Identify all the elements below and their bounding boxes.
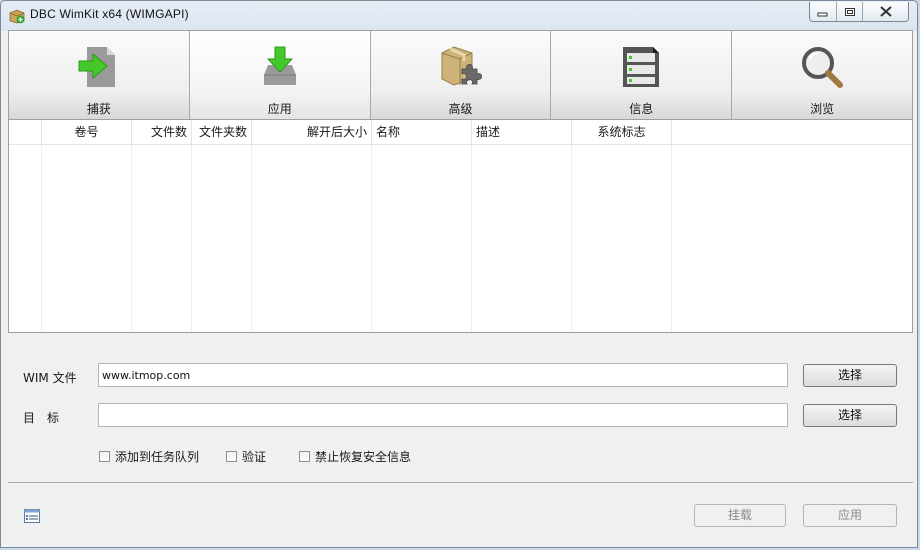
grid-line (571, 145, 572, 332)
column-header-filler (672, 120, 912, 144)
checkbox-box[interactable] (99, 451, 110, 462)
add-to-queue-label: 添加到任务队列 (115, 450, 200, 464)
volume-list-body (9, 145, 912, 332)
tab-browse[interactable]: 浏览 (732, 31, 912, 119)
app-icon (9, 9, 25, 24)
grid-line (131, 145, 132, 332)
grid-line (371, 145, 372, 332)
no-security-restore-checkbox[interactable]: 禁止恢复安全信息 (299, 448, 411, 465)
volume-list[interactable]: 卷号 文件数 文件夹数 解开后大小 名称 描述 系统标志 (8, 120, 913, 333)
title-bar[interactable]: DBC WimKit x64 (WIMGAPI) (1, 1, 917, 30)
apply-button[interactable]: 应用 (803, 504, 897, 527)
column-header-files[interactable]: 文件数 (132, 120, 192, 144)
grid-line (41, 145, 42, 332)
grid-line (671, 145, 672, 332)
verify-checkbox[interactable]: 验证 (226, 448, 266, 465)
tab-capture-label: 捕获 (86, 102, 111, 116)
column-header-name[interactable]: 名称 (372, 120, 472, 144)
column-header-flags[interactable]: 系统标志 (572, 120, 672, 144)
info-icon (623, 47, 660, 87)
minimize-icon (817, 12, 828, 16)
apply-icon (263, 46, 296, 85)
add-to-queue-checkbox[interactable]: 添加到任务队列 (99, 448, 199, 465)
tab-info[interactable]: 信息 (551, 31, 733, 119)
column-header-description[interactable]: 描述 (472, 120, 572, 144)
minimize-button[interactable] (810, 2, 836, 21)
checkbox-box[interactable] (299, 451, 310, 462)
verify-label: 验证 (242, 450, 267, 464)
window-title: DBC WimKit x64 (WIMGAPI) (30, 7, 189, 21)
tab-capture[interactable]: 捕获 (9, 31, 190, 119)
tab-apply-label: 应用 (267, 102, 292, 116)
mount-button[interactable]: 挂载 (694, 504, 786, 527)
capture-icon (78, 47, 115, 87)
select-target-button[interactable]: 选择 (803, 404, 897, 427)
target-input[interactable] (98, 403, 788, 427)
browse-icon (802, 47, 844, 88)
task-list-icon[interactable] (24, 509, 40, 523)
grid-line (251, 145, 252, 332)
close-icon (879, 6, 892, 17)
select-wim-button[interactable]: 选择 (803, 364, 897, 387)
app-window: DBC WimKit x64 (WIMGAPI) 捕获 应用 高级 信息 浏览 … (0, 0, 918, 548)
grid-line (191, 145, 192, 332)
column-header-volume[interactable]: 卷号 (42, 120, 132, 144)
column-header-index[interactable] (9, 120, 42, 144)
tab-browse-label: 浏览 (810, 102, 835, 116)
main-toolbar: 捕获 应用 高级 信息 浏览 (8, 30, 913, 120)
volume-list-header: 卷号 文件数 文件夹数 解开后大小 名称 描述 系统标志 (9, 120, 912, 145)
tab-advanced-label: 高级 (448, 102, 473, 116)
footer-divider (8, 482, 913, 483)
close-button[interactable] (862, 2, 908, 21)
column-header-size[interactable]: 解开后大小 (252, 120, 372, 144)
column-header-folders[interactable]: 文件夹数 (192, 120, 252, 144)
no-security-restore-label: 禁止恢复安全信息 (315, 450, 412, 464)
tab-info-label: 信息 (629, 102, 654, 116)
grid-line (471, 145, 472, 332)
maximize-button[interactable] (836, 2, 862, 21)
tab-apply[interactable]: 应用 (189, 31, 371, 119)
target-label: 目 标 (23, 411, 60, 425)
tab-advanced[interactable]: 高级 (370, 31, 552, 119)
checkbox-box[interactable] (226, 451, 237, 462)
wim-file-input[interactable] (98, 363, 788, 387)
wim-file-label: WIM 文件 (23, 371, 77, 385)
window-controls (809, 2, 909, 22)
advanced-icon (441, 46, 483, 86)
maximize-icon (844, 7, 855, 16)
